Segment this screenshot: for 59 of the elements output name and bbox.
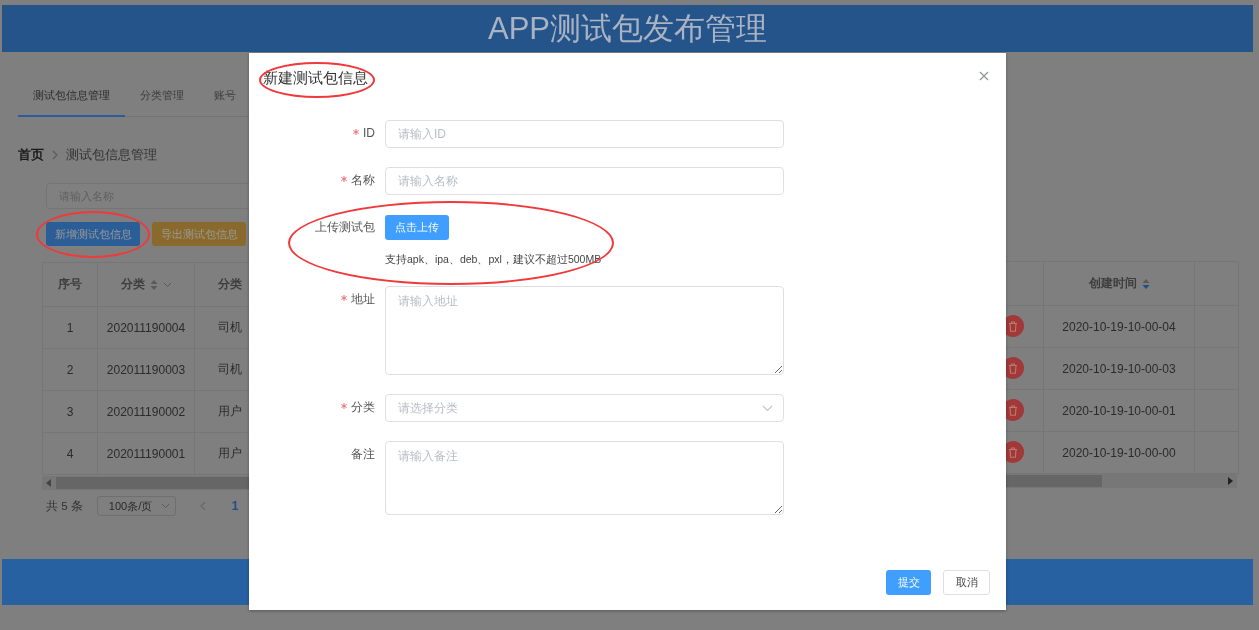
select-field[interactable]: 请选择分类 [385,394,784,422]
input-field[interactable]: 请输入名称 [385,167,784,195]
table-cell: 2 [42,348,98,391]
table-cell: 2020-10-19-10-00-04 [1043,305,1195,348]
scroll-left-icon[interactable] [46,479,52,487]
sort-icon[interactable] [149,278,158,291]
close-icon[interactable] [979,70,989,81]
column-header[interactable]: 创建时间 [1043,261,1195,306]
tab[interactable]: 测试包信息管理 [18,75,125,117]
dialog-button[interactable]: 提交 [886,570,931,595]
table-cell: 4 [42,432,98,475]
breadcrumb-item: 测试包信息管理 [66,146,157,164]
filter-caret-icon[interactable] [162,281,172,288]
column-header[interactable]: 分类 [97,262,195,307]
dialog-button[interactable]: 取消 [943,570,990,595]
table-cell: 2020-10-19-10-00-01 [1043,389,1195,432]
page-size-select[interactable]: 100条/页 [96,496,176,516]
breadcrumb-item[interactable]: 首页 [18,146,44,164]
table-cell: 2020-10-19-10-00-00 [1043,431,1195,474]
sort-icon[interactable] [1141,277,1150,290]
scroll-right-icon[interactable] [1227,477,1233,485]
action-button[interactable]: 导出测试包信息 [152,222,246,246]
trash-icon [1008,320,1018,332]
chevron-right-icon [52,150,58,160]
table-cell: 1 [42,306,98,349]
trash-icon [1008,446,1018,458]
table-cell: 202011190003 [97,348,195,391]
trash-icon [1008,404,1018,416]
field-label: 地址 [351,290,375,308]
table-cell: 2020-10-19-10-00-03 [1043,347,1195,390]
field-label: 上传测试包 [315,218,375,236]
field-label: 分类 [351,398,375,416]
table-cell: 202011190001 [97,432,195,475]
delete-button[interactable] [1006,399,1024,421]
table-cell: 202011190004 [97,306,195,349]
table-cell: 3 [42,390,98,433]
scrollbar[interactable] [42,476,249,490]
upload-hint: 支持apk、ipa、deb、pxl，建议不超过500MB [385,253,602,267]
page-number[interactable]: 1 [231,499,239,513]
action-button[interactable]: 新增测试包信息 [46,222,140,246]
trash-icon [1008,362,1018,374]
field-label: 名称 [351,171,375,189]
delete-button[interactable] [1006,357,1024,379]
app-title: APP测试包发布管理 [488,9,767,48]
total-count: 共 5 条 [46,498,83,514]
delete-button[interactable] [1006,441,1024,463]
caret-down-icon [160,503,170,509]
caret-down-icon [762,404,773,412]
field-label: 备注 [351,445,375,463]
field-label: ID [363,126,375,140]
upload-button[interactable]: 点击上传 [385,215,449,240]
delete-button[interactable] [1006,315,1024,337]
column-header: 序号 [42,262,98,307]
text-area[interactable]: 请输入地址 [385,286,784,375]
scrollbar[interactable] [1006,474,1237,488]
table-cell: 202011190002 [97,390,195,433]
text-area[interactable]: 请输入备注 [385,441,784,515]
dialog-title: 新建测试包信息 [263,68,368,88]
input-field[interactable]: 请输入ID [385,120,784,148]
